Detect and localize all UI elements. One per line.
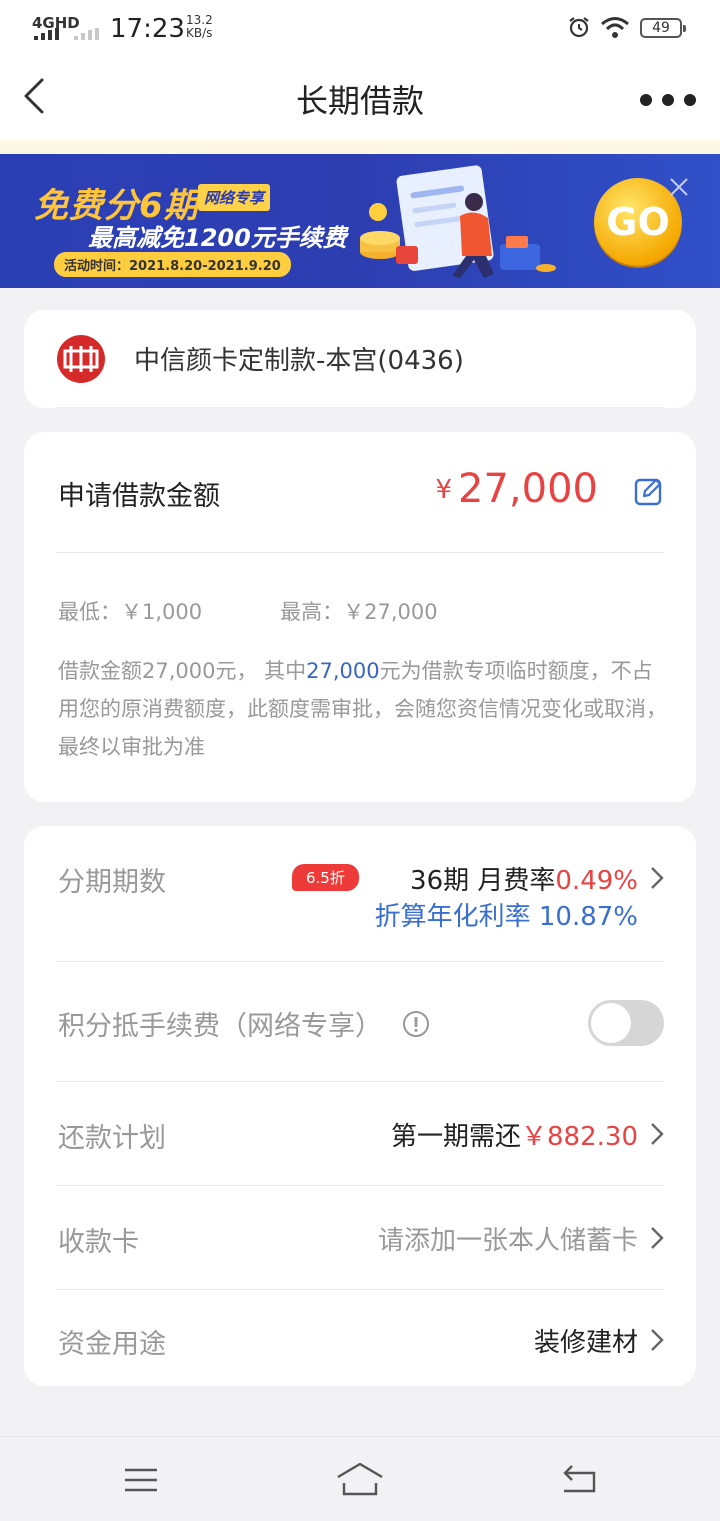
repayment-plan-row[interactable]: 还款计划 第一期需还￥882.30 bbox=[24, 1082, 696, 1186]
account-card[interactable]: 中信颜卡定制款-本宫(0436) bbox=[24, 310, 696, 408]
chevron-right-icon bbox=[651, 1329, 664, 1351]
chevron-right-icon bbox=[651, 1227, 664, 1249]
installment-period-text: 36期 月费率 bbox=[410, 866, 556, 896]
repayment-plan-label: 还款计划 bbox=[58, 1123, 166, 1154]
first-payment-prefix: 第一期需还 bbox=[391, 1122, 522, 1152]
chevron-right-icon bbox=[651, 1123, 664, 1145]
nav-bar: 长期借款 bbox=[0, 58, 720, 140]
loan-amount-number: 27,000 bbox=[458, 466, 598, 512]
account-card-name: 中信颜卡定制款-本宫(0436) bbox=[134, 346, 464, 376]
receive-card-value: 请添加一张本人储蓄卡 bbox=[377, 1226, 638, 1256]
speed-unit: KB/s bbox=[186, 26, 213, 40]
installments-period: 36期 月费率0.49% bbox=[410, 860, 638, 897]
battery-indicator: 49 bbox=[640, 18, 686, 38]
receive-card-row[interactable]: 收款卡 请添加一张本人储蓄卡 bbox=[24, 1186, 696, 1290]
points-row: 积分抵手续费（网络专享） bbox=[24, 962, 696, 1082]
loan-limits: 最低：￥1,000 最高：￥27,000 bbox=[58, 596, 516, 626]
wifi-icon bbox=[601, 17, 629, 38]
info-icon[interactable] bbox=[402, 1010, 430, 1038]
first-payment: 第一期需还￥882.30 bbox=[391, 1116, 638, 1153]
banner-subline: 最高减免1200元手续费 bbox=[88, 224, 347, 252]
edit-icon[interactable] bbox=[634, 476, 664, 506]
home-icon[interactable] bbox=[336, 1461, 384, 1497]
loan-amount-card: 申请借款金额 ¥27,000 最低：￥1,000 最高：￥27,000 借款金额2… bbox=[24, 432, 696, 802]
back-icon[interactable] bbox=[560, 1463, 598, 1495]
signal-icon bbox=[34, 28, 59, 40]
banner-tag: 网络专享 bbox=[198, 184, 271, 211]
loan-amount-note: 借款金额27,000元， 其中27,000元为借款专项临时额度，不占用您的原消费… bbox=[58, 652, 668, 766]
system-nav-bar bbox=[0, 1436, 720, 1521]
divider bbox=[56, 407, 664, 408]
chevron-right-icon bbox=[651, 867, 664, 889]
fund-purpose-value: 装修建材 bbox=[533, 1328, 638, 1358]
discount-badge: 6.5折 bbox=[292, 864, 359, 891]
more-menu-button[interactable] bbox=[640, 88, 696, 112]
note-text: 借款金额27,000元， 其中 bbox=[58, 659, 307, 683]
annualized-rate: 折算年化利率 10.87% bbox=[374, 902, 638, 932]
dot-icon bbox=[684, 94, 696, 106]
status-bar: 4GHD 17:23 13.2 KB/s 49 bbox=[0, 0, 720, 58]
menu-icon[interactable] bbox=[124, 1467, 158, 1493]
first-payment-amount: ￥882.30 bbox=[521, 1122, 638, 1152]
divider bbox=[56, 552, 664, 553]
clock: 17:23 bbox=[110, 14, 185, 44]
banner-illustration-icon bbox=[360, 165, 556, 278]
max-amount: 最高：￥27,000 bbox=[280, 600, 438, 624]
banner-date: 活动时间：2021.8.20-2021.9.20 bbox=[54, 252, 291, 277]
loan-amount-value[interactable]: ¥27,000 bbox=[435, 466, 598, 512]
toggle-knob bbox=[591, 1003, 631, 1043]
installments-row[interactable]: 分期期数 6.5折 36期 月费率0.49% 折算年化利率 10.87% bbox=[24, 826, 696, 962]
receive-card-label: 收款卡 bbox=[58, 1227, 139, 1258]
fund-purpose-row[interactable]: 资金用途 装修建材 bbox=[24, 1290, 696, 1386]
min-amount: 最低：￥1,000 bbox=[58, 600, 203, 624]
dot-icon bbox=[640, 94, 652, 106]
page-title: 长期借款 bbox=[295, 82, 424, 120]
dot-icon bbox=[662, 94, 674, 106]
note-highlight: 27,000 bbox=[306, 659, 380, 683]
installments-label: 分期期数 bbox=[58, 867, 166, 898]
fund-purpose-label: 资金用途 bbox=[58, 1329, 166, 1360]
alarm-icon bbox=[569, 17, 589, 38]
network-speed: 13.2 KB/s bbox=[186, 14, 213, 40]
notice-strip bbox=[0, 140, 720, 154]
loan-options-card: 分期期数 6.5折 36期 月费率0.49% 折算年化利率 10.87% 积分抵… bbox=[24, 826, 696, 1386]
loan-amount-label: 申请借款金额 bbox=[58, 481, 220, 512]
monthly-rate: 0.49% bbox=[555, 866, 638, 896]
currency-symbol: ¥ bbox=[435, 475, 453, 505]
close-icon[interactable] bbox=[668, 176, 690, 198]
points-toggle[interactable] bbox=[588, 1000, 664, 1046]
promo-banner[interactable]: 免费分6期 网络专享 最高减免1200元手续费 活动时间：2021.8.20-2… bbox=[0, 154, 720, 288]
signal-2-icon bbox=[74, 28, 99, 40]
points-label: 积分抵手续费（网络专享） bbox=[58, 1011, 382, 1042]
citic-bank-logo-icon bbox=[57, 335, 105, 383]
